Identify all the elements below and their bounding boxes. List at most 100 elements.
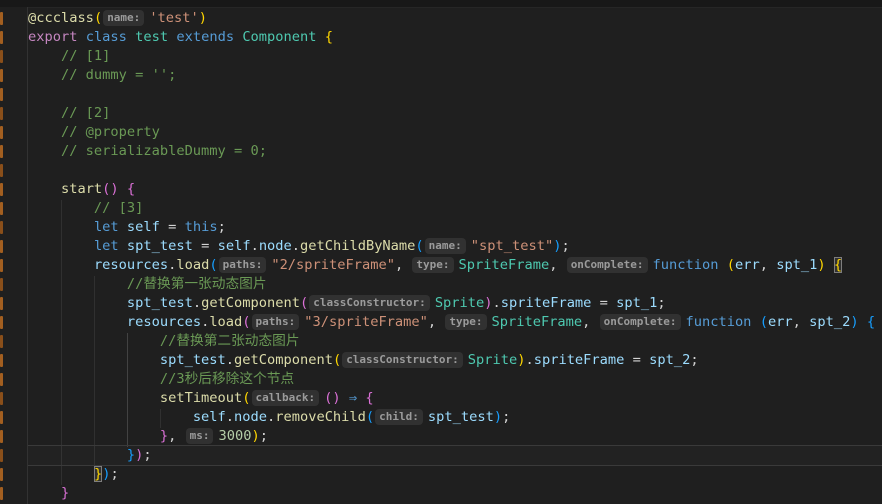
code-token: export xyxy=(28,29,78,45)
code-line[interactable]: start() { xyxy=(28,180,882,199)
code-line[interactable]: spt_test.getComponent(classConstructor: S… xyxy=(28,351,882,370)
inlay-hint[interactable]: paths: xyxy=(218,257,267,273)
code-line[interactable] xyxy=(28,85,882,104)
code-token: //替换第二张动态图片 xyxy=(28,333,300,349)
code-line[interactable]: }, ms: 3000); xyxy=(28,427,882,446)
code-token: . xyxy=(250,238,259,254)
code-line[interactable]: @ccclass(name:'test') xyxy=(28,9,882,28)
code-line[interactable]: // dummy = ''; xyxy=(28,66,882,85)
inlay-hint[interactable]: callback: xyxy=(251,390,320,406)
code-token: ( xyxy=(242,390,251,406)
code-token: , xyxy=(394,257,412,273)
code-line[interactable]: // @property xyxy=(28,123,882,142)
inlay-hint[interactable]: name: xyxy=(424,238,466,254)
code-token: //替换第一张动态图片 xyxy=(28,276,267,292)
code-token: // @property xyxy=(28,124,160,140)
code-token: , xyxy=(549,257,566,273)
code-token: { xyxy=(324,29,333,45)
editor-gutter xyxy=(0,7,28,504)
code-token: } xyxy=(159,428,169,444)
inlay-hint[interactable]: classConstructor: xyxy=(309,295,430,311)
code-token: // dummy = ''; xyxy=(28,67,177,83)
code-token: ) xyxy=(484,295,493,311)
code-token: . xyxy=(225,409,235,425)
code-line[interactable]: let self = this; xyxy=(28,218,882,237)
code-token: Sprite xyxy=(467,352,518,368)
code-token: , xyxy=(582,314,599,330)
code-token: "2/spriteFrame" xyxy=(271,257,395,273)
code-line[interactable]: // [1] xyxy=(28,47,882,66)
code-token: . xyxy=(267,409,276,425)
code-token: setTimeout xyxy=(159,390,243,406)
code-token: //3秒后移除这个节点 xyxy=(28,371,295,387)
code-line[interactable] xyxy=(28,161,882,180)
code-line[interactable]: // serializableDummy = 0; xyxy=(28,142,882,161)
git-modified-marker xyxy=(0,221,3,234)
code-token: let xyxy=(93,238,119,254)
code-line[interactable]: //替换第一张动态图片 xyxy=(28,275,882,294)
code-token: ( xyxy=(415,238,424,254)
code-token: getComponent xyxy=(201,295,300,311)
inlay-hint[interactable]: paths: xyxy=(251,314,300,330)
bracket-match: } xyxy=(93,466,103,482)
code-token: resources xyxy=(126,314,202,330)
code-token: = xyxy=(624,352,650,368)
code-token: = xyxy=(159,219,185,235)
code-area[interactable]: @ccclass(name:'test') export class test e… xyxy=(28,9,882,503)
git-modified-marker xyxy=(0,468,3,481)
code-token: spt_test xyxy=(126,238,193,254)
inlay-hint[interactable]: classConstructor: xyxy=(342,352,463,368)
code-token: , xyxy=(792,314,810,330)
code-line[interactable]: self.node.removeChild(child: spt_test); xyxy=(28,408,882,427)
inlay-hint[interactable]: name: xyxy=(103,10,145,26)
code-line[interactable]: resources.load(paths: "3/spriteFrame", ty… xyxy=(28,313,882,332)
code-line[interactable]: resources.load(paths: "2/spriteFrame", ty… xyxy=(28,256,882,275)
inlay-hint[interactable]: child: xyxy=(375,409,423,425)
code-line[interactable]: let spt_test = self.node.getChildByName(… xyxy=(28,237,882,256)
code-token: ; xyxy=(561,238,570,254)
inlay-hint[interactable]: ms: xyxy=(185,428,214,444)
inlay-hint[interactable]: type: xyxy=(412,257,454,273)
code-token: spt_1 xyxy=(776,257,818,273)
code-line[interactable]: //3秒后移除这个节点 xyxy=(28,370,882,389)
code-line[interactable]: // [2] xyxy=(28,104,882,123)
code-token: spt_1 xyxy=(616,295,658,311)
git-modified-marker xyxy=(0,50,3,63)
code-line[interactable]: setTimeout(callback:() ⇒ { xyxy=(28,389,882,408)
code-line[interactable]: }); xyxy=(28,465,882,484)
git-modified-marker xyxy=(0,164,3,177)
code-line[interactable]: //替换第二张动态图片 xyxy=(28,332,882,351)
code-token: this xyxy=(184,219,218,235)
code-token: ) xyxy=(850,314,859,330)
code-line[interactable]: spt_test.getComponent(classConstructor: S… xyxy=(28,294,882,313)
code-token: removeChild xyxy=(275,409,366,425)
code-line[interactable]: export class test extends Component { xyxy=(28,28,882,47)
code-token: "3/spriteFrame" xyxy=(304,314,428,330)
code-token: ( xyxy=(726,257,735,273)
code-token: spriteFrame xyxy=(500,295,592,311)
code-token: ; xyxy=(143,447,152,463)
code-token: ; xyxy=(502,409,511,425)
code-line[interactable]: }); xyxy=(28,446,882,465)
inlay-hint[interactable]: type: xyxy=(445,314,487,330)
code-token: function xyxy=(652,257,719,273)
inlay-hint[interactable]: onComplete: xyxy=(599,314,681,330)
code-line[interactable]: } xyxy=(28,484,882,503)
code-token: node xyxy=(258,238,292,254)
inlay-hint[interactable]: onComplete: xyxy=(566,257,648,273)
code-token: , xyxy=(168,428,185,444)
git-modified-marker xyxy=(0,126,3,139)
code-token: 'test' xyxy=(149,10,199,26)
code-line[interactable]: // [3] xyxy=(28,199,882,218)
code-token: Sprite xyxy=(434,295,485,311)
